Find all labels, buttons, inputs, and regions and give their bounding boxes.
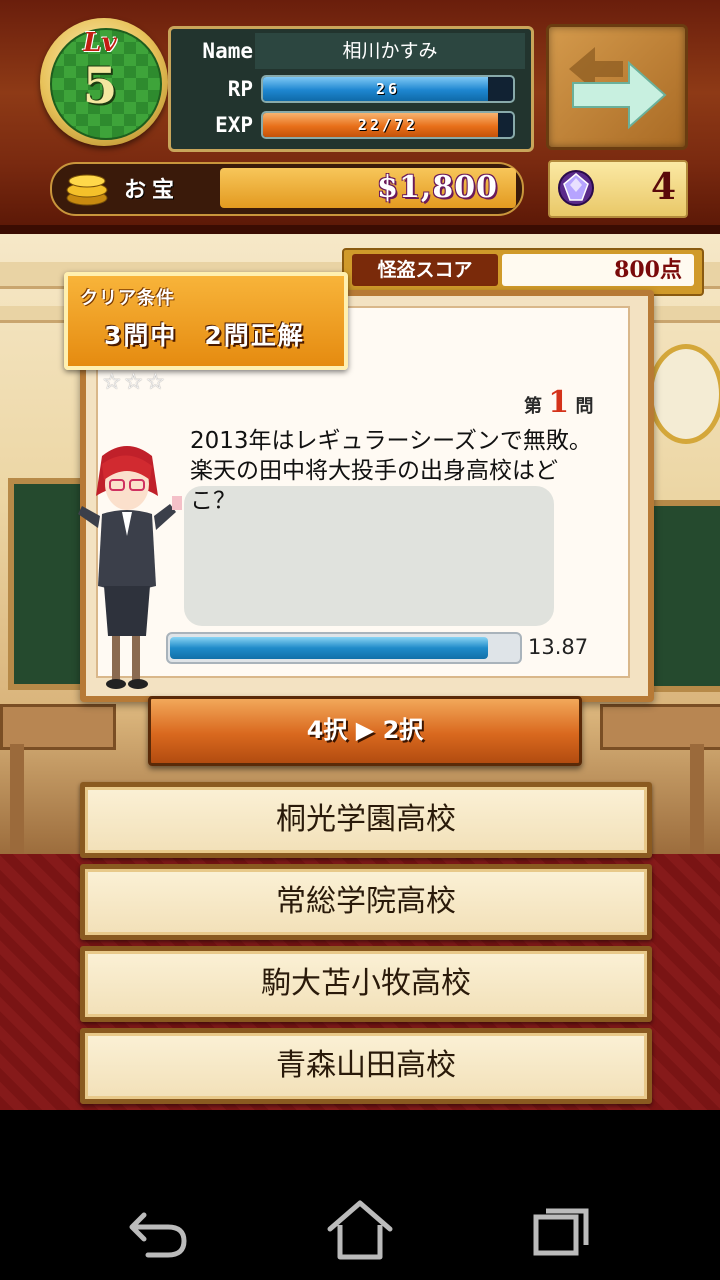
coins-icon [66, 174, 108, 206]
exp-value: 22/72 [357, 116, 419, 134]
treasure-panel: お宝 $1,800 [50, 162, 524, 216]
treasure-label: お宝 [124, 178, 181, 203]
rp-value: 26 [375, 80, 401, 98]
recent-apps-icon[interactable] [520, 1195, 600, 1265]
answer-choice-3[interactable]: 駒大苫小牧高校 [80, 946, 652, 1022]
question-number-value: 1 [548, 385, 570, 420]
clear-condition-title: クリア条件 [80, 288, 175, 309]
level-value: 5 [82, 56, 118, 115]
level-badge: Lv 5 [40, 18, 168, 146]
name-label: Name [202, 39, 253, 63]
host-character [78, 446, 182, 689]
exp-label: EXP [215, 113, 253, 137]
question-number: 第 1 問 [524, 385, 593, 420]
exp-bar: 22/72 [261, 111, 515, 139]
timer-value: 13.87 [528, 635, 589, 659]
narrow-choices-button[interactable]: 4択 ▶ 2択 [148, 696, 582, 766]
swap-arrows-icon [569, 47, 667, 130]
clear-condition-text: 3問中 2問正解 [104, 321, 305, 350]
rp-label: RP [227, 77, 253, 101]
treasure-value-box: $1,800 [220, 168, 516, 208]
gem-count: 4 [650, 166, 676, 208]
status-header: Lv 5 Name 相川かすみ RP 26 EXP 22/72 お宝 $1,80… [0, 0, 720, 234]
wall-clock [648, 344, 720, 444]
thief-score-label: 怪盗スコア [352, 254, 498, 286]
thief-score-value: 800点 [614, 257, 682, 283]
thief-score-panel: 怪盗スコア 800点 [342, 248, 704, 296]
timer-bar-fill [170, 637, 489, 659]
timer-bar [166, 632, 522, 664]
back-icon[interactable] [118, 1195, 198, 1265]
player-name: 相川かすみ [255, 33, 525, 69]
switch-arrow-button[interactable] [546, 24, 688, 150]
question-text: 2013年はレギュラーシーズンで無敗。楽天の田中将大投手の出身高校はどこ？ [190, 428, 592, 514]
answer-choice-1[interactable]: 桐光学園高校 [80, 782, 652, 858]
difficulty-stars: ☆☆☆ [102, 370, 168, 395]
gem-panel: 4 [548, 160, 688, 218]
answer-choice-2[interactable]: 常総学院高校 [80, 864, 652, 940]
answer-choice-4[interactable]: 青森山田高校 [80, 1028, 652, 1104]
home-icon[interactable] [320, 1195, 400, 1265]
question-number-prefix: 第 [524, 396, 542, 417]
treasure-value: $1,800 [377, 170, 498, 205]
player-status-panel: Name 相川かすみ RP 26 EXP 22/72 [168, 26, 534, 152]
clear-condition-panel: クリア条件 3問中 2問正解 [64, 272, 348, 370]
thief-score-value-box: 800点 [502, 254, 694, 286]
rp-bar: 26 [261, 75, 515, 103]
gem-icon [558, 170, 594, 206]
question-number-suffix: 問 [575, 396, 594, 417]
level-label: Lv [83, 28, 117, 58]
